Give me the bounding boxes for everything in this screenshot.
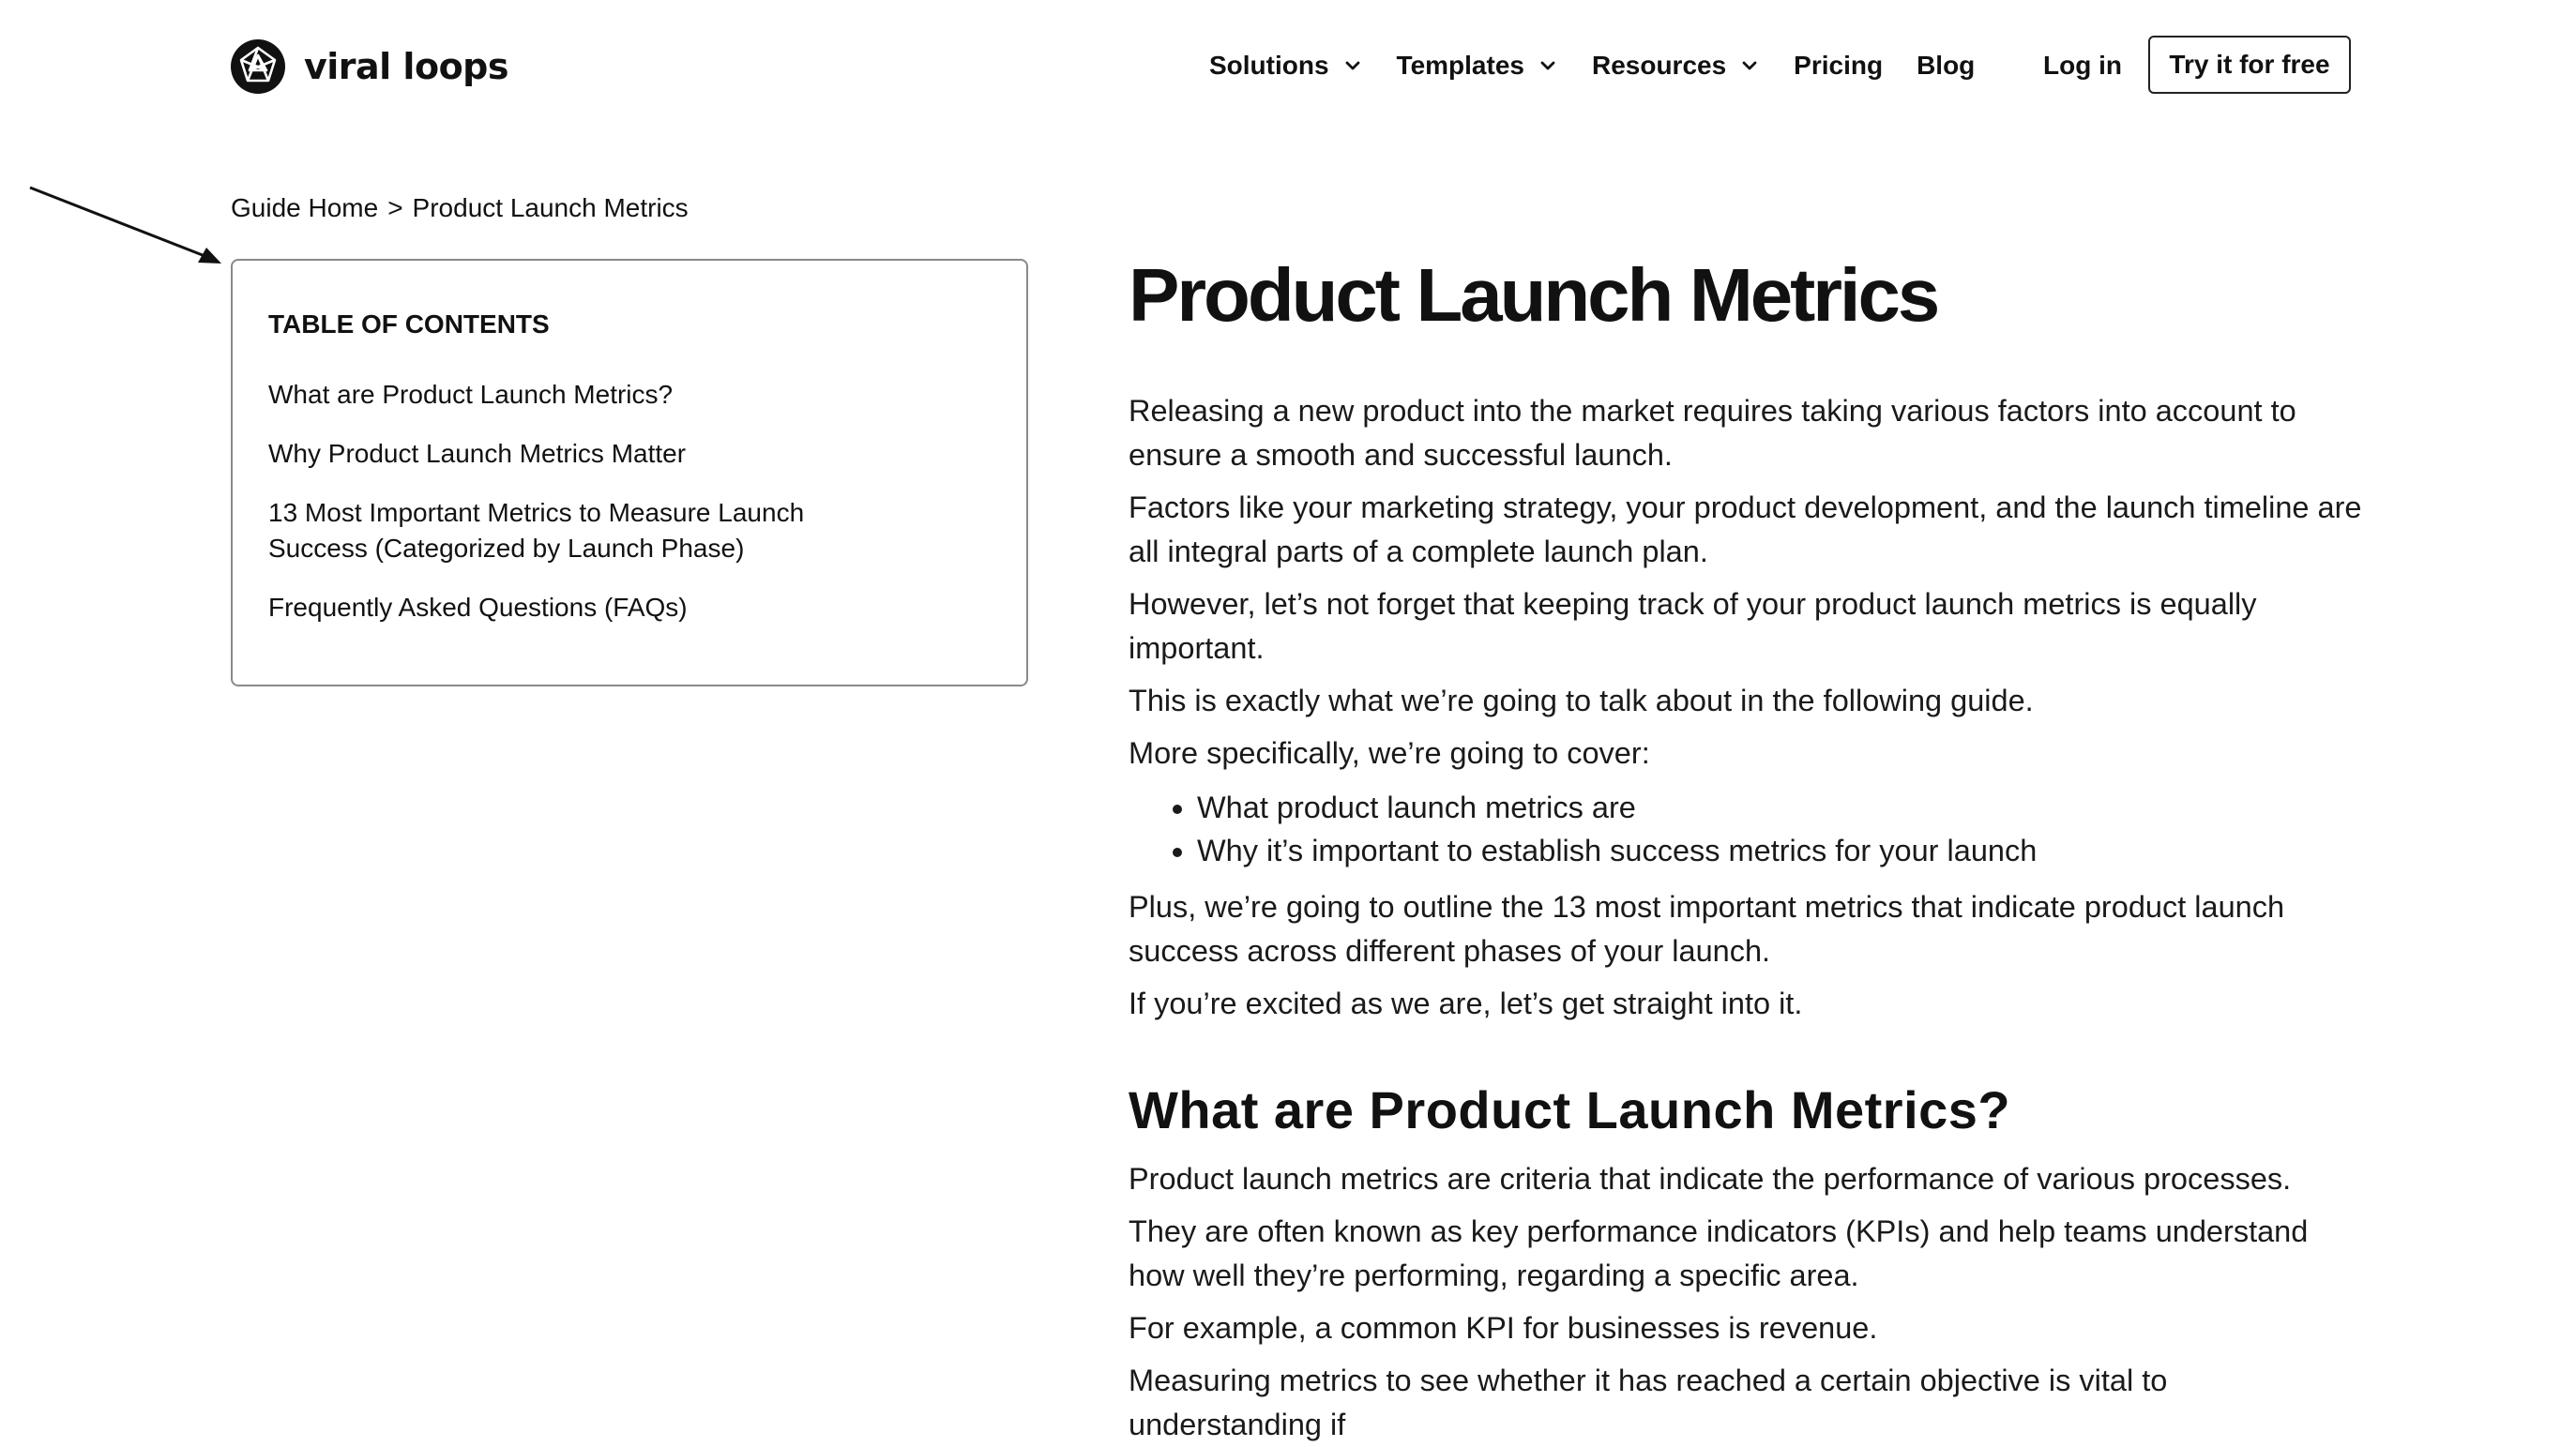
viral-loops-logo[interactable]: viral loops xyxy=(231,39,509,94)
coverage-list: What product launch metrics are Why it’s… xyxy=(1129,786,2367,872)
article-paragraph: Product launch metrics are criteria that… xyxy=(1129,1162,2292,1196)
nav-blog[interactable]: Blog xyxy=(1917,51,1975,81)
nav-templates-label: Templates xyxy=(1396,51,1524,80)
login-link[interactable]: Log in xyxy=(2043,49,2122,83)
site-header: viral loops Solutions Templates Resource… xyxy=(0,0,2576,131)
main-nav: Solutions Templates Resources Pricing Bl… xyxy=(1209,43,1975,88)
table-of-contents: TABLE OF CONTENTS What are Product Launc… xyxy=(231,259,1028,686)
viral-loops-logo-icon xyxy=(231,39,285,94)
article-paragraph: If you’re excited as we are, let’s get s… xyxy=(1129,987,1803,1020)
article-paragraph: Releasing a new product into the market … xyxy=(1129,394,2296,472)
article-paragraph: Plus, we’re going to outline the 13 most… xyxy=(1129,890,2285,968)
article-paragraph: This is exactly what we’re going to talk… xyxy=(1129,684,2034,717)
nav-solutions[interactable]: Solutions xyxy=(1209,51,1363,81)
nav-blog-label: Blog xyxy=(1917,51,1976,80)
nav-pricing-label: Pricing xyxy=(1794,51,1884,80)
nav-resources-label: Resources xyxy=(1591,51,1727,80)
chevron-down-icon xyxy=(1742,61,1757,70)
article-paragraph: Measuring metrics to see whether it has … xyxy=(1129,1364,2168,1441)
chevron-down-icon xyxy=(1345,61,1359,70)
article-paragraph: Factors like your marketing strategy, yo… xyxy=(1129,490,2362,568)
nav-resources[interactable]: Resources xyxy=(1592,51,1760,81)
brand-name: viral loops xyxy=(304,46,509,87)
article-paragraph: More specifically, we’re going to cover: xyxy=(1129,736,1650,770)
nav-solutions-label: Solutions xyxy=(1209,51,1329,80)
article-paragraph: However, let’s not forget that keeping t… xyxy=(1129,587,2257,665)
breadcrumb-current: Product Launch Metrics xyxy=(412,193,689,222)
breadcrumb-home-link[interactable]: Guide Home xyxy=(231,193,378,222)
toc-item[interactable]: What are Product Launch Metrics? xyxy=(268,377,993,413)
breadcrumb: Guide Home > Product Launch Metrics xyxy=(231,191,689,225)
toc-item[interactable]: 13 Most Important Metrics to Measure Lau… xyxy=(268,495,906,566)
article-paragraph: They are often known as key performance … xyxy=(1129,1214,2309,1292)
annotation-arrow-icon xyxy=(29,186,221,264)
toc-item[interactable]: Why Product Launch Metrics Matter xyxy=(268,436,993,472)
toc-item[interactable]: Frequently Asked Questions (FAQs) xyxy=(268,590,993,626)
list-item: Why it’s important to establish success … xyxy=(1197,829,2367,872)
toc-title: TABLE OF CONTENTS xyxy=(268,309,550,339)
nav-pricing[interactable]: Pricing xyxy=(1794,51,1883,81)
section-heading: What are Product Launch Metrics? xyxy=(1129,1080,2011,1139)
article-content: Product Launch Metrics Releasing a new p… xyxy=(1129,244,2367,1447)
try-free-button[interactable]: Try it for free xyxy=(2148,36,2351,94)
breadcrumb-separator: > xyxy=(387,193,403,222)
nav-templates[interactable]: Templates xyxy=(1397,51,1558,81)
article-paragraph: For example, a common KPI for businesses… xyxy=(1129,1311,1878,1345)
page-title: Product Launch Metrics xyxy=(1129,253,1940,337)
chevron-down-icon xyxy=(1540,61,1555,70)
list-item: What product launch metrics are xyxy=(1197,786,2367,829)
